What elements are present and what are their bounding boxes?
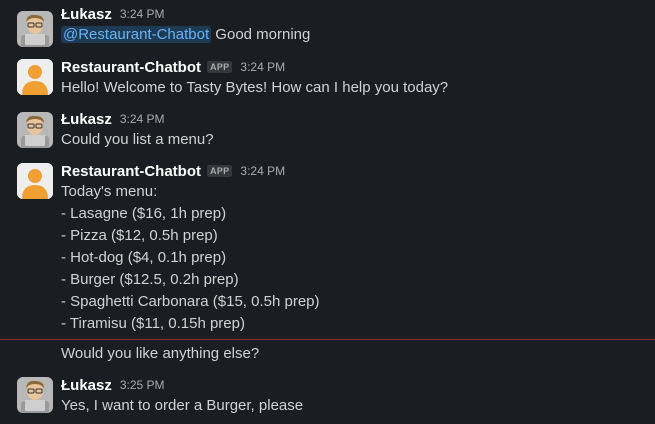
author-name[interactable]: Łukasz [61,111,112,128]
message-text-body: Good morning [211,26,311,43]
user-avatar-icon[interactable] [17,11,53,47]
app-badge: APP [207,165,233,177]
message-text: Hello! Welcome to Tasty Bytes! How can I… [61,79,449,96]
message-text: Could you list a menu? [61,131,214,148]
menu-line: - Spaghetti Carbonara ($15, 0.5h prep) [61,293,320,310]
bot-avatar-icon[interactable] [17,59,53,95]
bot-avatar-icon[interactable] [17,163,53,199]
author-name[interactable]: Restaurant-Chatbot [61,163,201,180]
message-text: Would you like anything else? [61,345,260,362]
menu-line: Today's menu: [61,183,158,200]
new-messages-divider [0,339,655,340]
mention-link[interactable]: @Restaurant-Chatbot [61,26,212,43]
message-text: Yes, I want to order a Burger, please [61,397,304,414]
timestamp[interactable]: 3:24 PM [240,164,285,178]
timestamp[interactable]: 3:24 PM [120,112,165,126]
menu-line: - Hot-dog ($4, 0.1h prep) [61,249,227,266]
menu-line: - Lasagne ($16, 1h prep) [61,205,227,222]
menu-line: - Pizza ($12, 0.5h prep) [61,227,218,244]
message-text: @Restaurant-Chatbot Good morning [61,25,310,45]
timestamp[interactable]: 3:24 PM [120,7,165,21]
author-name[interactable]: Łukasz [61,6,112,23]
author-name[interactable]: Restaurant-Chatbot [61,59,201,76]
user-avatar-icon[interactable] [17,112,53,148]
author-name[interactable]: Łukasz [61,377,112,394]
menu-line: - Burger ($12.5, 0.2h prep) [61,271,239,288]
timestamp[interactable]: 3:25 PM [120,378,165,392]
menu-line: - Tiramisu ($11, 0.15h prep) [61,315,245,332]
app-badge: APP [207,61,233,73]
timestamp[interactable]: 3:24 PM [240,60,285,74]
user-avatar-icon[interactable] [17,377,53,413]
